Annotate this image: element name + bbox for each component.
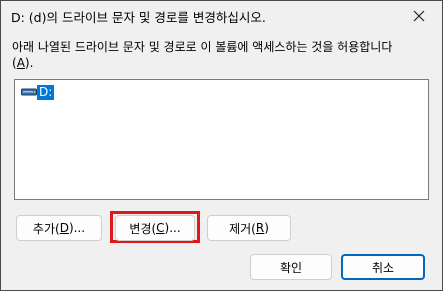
dialog-description: 아래 나열된 드라이브 문자 및 경로로 이 볼륨에 액세스하는 것을 허용합니… — [12, 39, 437, 71]
description-accel-close: ). — [24, 56, 34, 70]
add-label-pre: 추가( — [32, 221, 60, 236]
close-icon — [413, 7, 425, 26]
add-label-key: D — [59, 221, 69, 235]
add-button[interactable]: 추가(D)... — [16, 215, 102, 241]
change-label-post: )... — [164, 221, 181, 235]
ok-button[interactable]: 확인 — [250, 254, 332, 280]
drive-icon — [21, 85, 37, 99]
close-button[interactable] — [402, 1, 436, 31]
description-accel-key: A — [16, 56, 25, 70]
change-drive-letter-dialog: D: (d)의 드라이브 문자 및 경로를 변경하십시오. 아래 나열된 드라이… — [0, 0, 443, 291]
highlight-box: 변경(C)... — [110, 211, 200, 243]
remove-label-post: ) — [264, 221, 269, 235]
dialog-title: D: (d)의 드라이브 문자 및 경로를 변경하십시오. — [11, 10, 266, 25]
drive-letter-label: D: — [37, 84, 55, 100]
remove-label-pre: 제거( — [229, 221, 256, 236]
remove-button[interactable]: 제거(R) — [207, 215, 291, 241]
change-label-pre: 변경( — [129, 221, 157, 236]
change-label-key: C — [156, 221, 165, 235]
title-bar: D: (d)의 드라이브 문자 및 경로를 변경하십시오. — [1, 1, 442, 35]
description-text: 아래 나열된 드라이브 문자 및 경로로 이 볼륨에 액세스하는 것을 허용합니… — [12, 40, 393, 54]
remove-label-key: R — [255, 221, 265, 235]
change-button[interactable]: 변경(C)... — [115, 215, 195, 241]
add-label-post: )... — [68, 221, 86, 235]
cancel-button[interactable]: 취소 — [341, 254, 425, 280]
drive-path-list[interactable]: D: — [14, 79, 429, 200]
list-item[interactable]: D: — [21, 84, 55, 100]
